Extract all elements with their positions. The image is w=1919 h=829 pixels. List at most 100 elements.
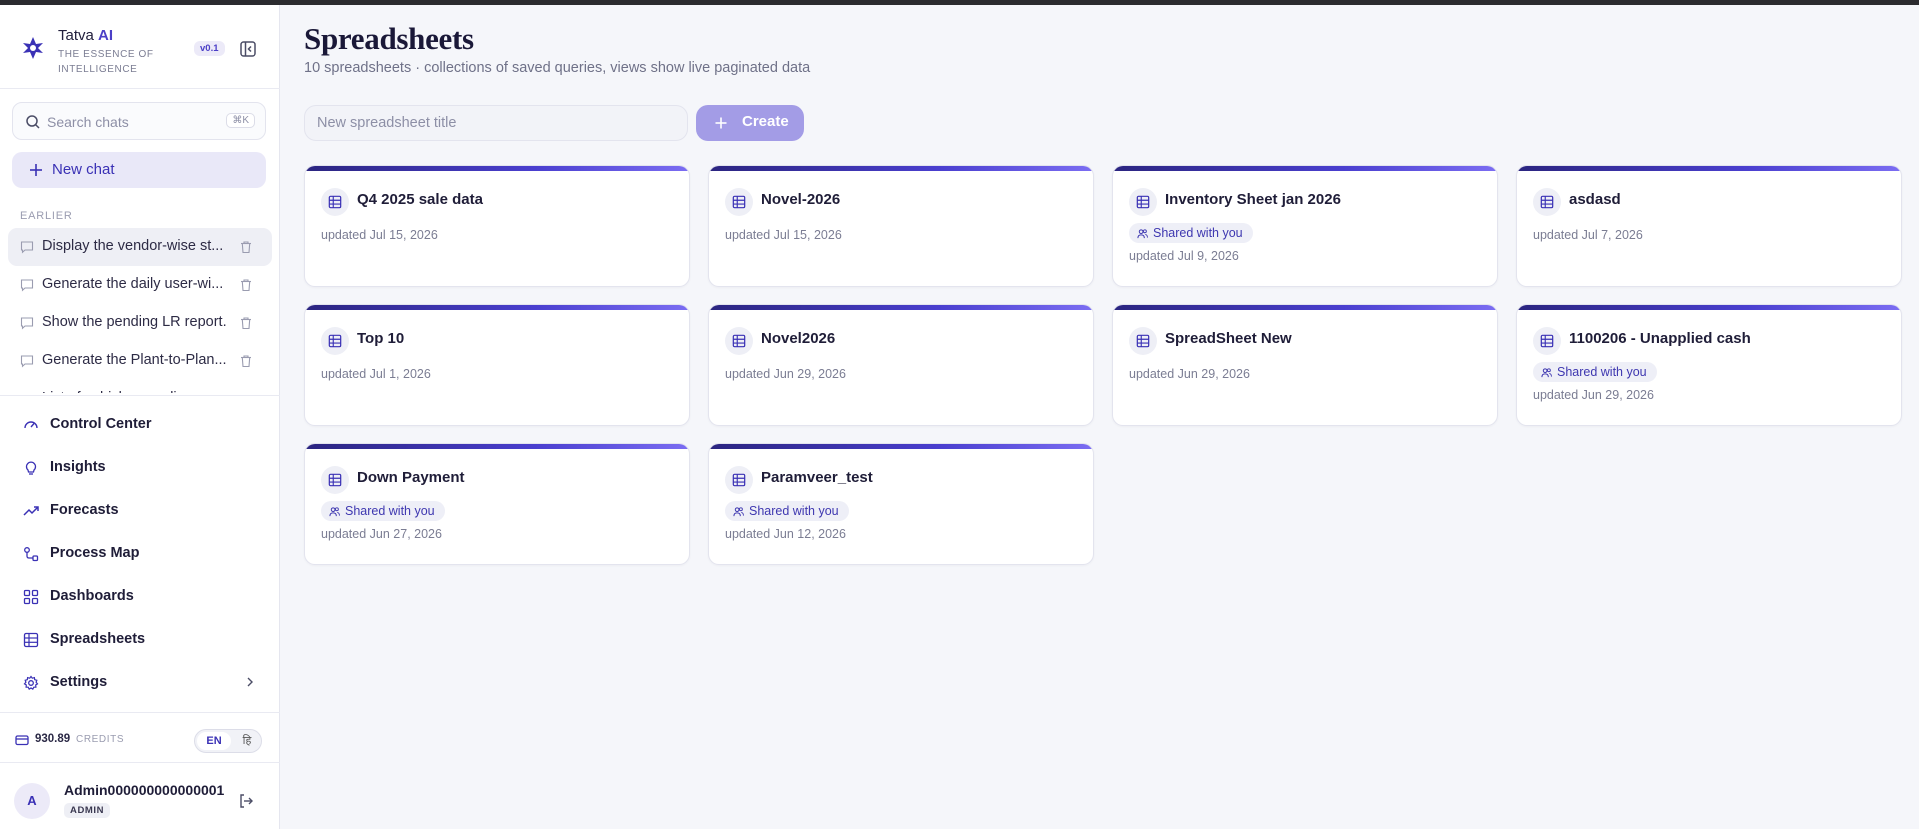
sidebar-divider xyxy=(0,762,280,763)
main-content: Spreadsheets 10 spreadsheets · collectio… xyxy=(280,5,1919,829)
logout-icon[interactable] xyxy=(238,793,254,809)
spreadsheet-card[interactable]: Paramveer_test Shared with you updated Jun… xyxy=(708,443,1094,565)
user-role-badge: ADMIN xyxy=(64,803,111,818)
search-chats[interactable]: ⌘K xyxy=(12,102,266,140)
updated-date: updated Jun 29, 2026 xyxy=(1533,388,1654,402)
sidebar: Tatva AI THE ESSENCE OF INTELLIGENCE v0.… xyxy=(0,5,280,829)
chat-history-item[interactable]: Show the pending LR report. xyxy=(8,304,272,342)
trash-icon[interactable] xyxy=(239,278,253,292)
new-chat-button[interactable]: New chat xyxy=(12,152,266,188)
chat-history-item[interactable]: Generate the daily user-wi... xyxy=(8,266,272,304)
chat-history-list[interactable]: Display the vendor-wise st... Generate th… xyxy=(8,228,272,393)
trending-up-icon xyxy=(23,503,39,519)
page-subtitle: 10 spreadsheets · collections of saved q… xyxy=(304,60,811,76)
nav-item-settings[interactable]: Settings xyxy=(8,661,272,704)
spreadsheet-title: Inventory Sheet jan 2026 xyxy=(1165,191,1341,208)
nav-item-forecasts[interactable]: Forecasts xyxy=(8,489,272,532)
lang-hi[interactable]: हि xyxy=(235,732,259,750)
table-icon xyxy=(1533,327,1561,355)
brand-name: Tatva AI xyxy=(58,27,114,44)
nav-item-spreadsheets[interactable]: Spreadsheets xyxy=(8,618,272,661)
chat-history-label: Display the vendor-wise st... xyxy=(42,238,224,254)
nav-item-label: Control Center xyxy=(50,416,152,432)
gauge-icon xyxy=(23,417,39,433)
user-name: Admin000000000000001 xyxy=(64,782,225,798)
chat-bubble-icon xyxy=(20,354,34,368)
spreadsheet-card[interactable]: Down Payment Shared with you updated Jun 2… xyxy=(304,443,690,565)
version-badge: v0.1 xyxy=(194,41,225,56)
shared-label: Shared with you xyxy=(1557,365,1647,379)
nav-item-dashboards[interactable]: Dashboards xyxy=(8,575,272,618)
chat-history-item[interactable]: Display the vendor-wise st... xyxy=(8,228,272,266)
credits-value: 930.89 xyxy=(35,733,71,745)
chat-history-item[interactable]: Generate the Plant-to-Plan... xyxy=(8,342,272,380)
brand-tagline: THE ESSENCE OF INTELLIGENCE xyxy=(58,49,154,75)
chat-bubble-icon xyxy=(20,316,34,330)
nav-item-insights[interactable]: Insights xyxy=(8,446,272,489)
shared-label: Shared with you xyxy=(345,504,435,518)
spreadsheet-card[interactable]: Novel-2026 updated Jul 15, 2026 xyxy=(708,165,1094,287)
create-label: Create xyxy=(742,113,789,130)
spreadsheet-card[interactable]: Q4 2025 sale data updated Jul 15, 2026 xyxy=(304,165,690,287)
trash-icon[interactable] xyxy=(239,240,253,254)
shared-badge: Shared with you xyxy=(1533,362,1657,382)
shared-badge: Shared with you xyxy=(1129,223,1253,243)
spreadsheet-card[interactable]: Inventory Sheet jan 2026 Shared with you u… xyxy=(1112,165,1498,287)
updated-date: updated Jun 29, 2026 xyxy=(1129,367,1250,381)
main-nav: Control Center Insights Forecasts Process M… xyxy=(8,403,272,704)
nav-item-process-map[interactable]: Process Map xyxy=(8,532,272,575)
search-icon xyxy=(26,115,40,129)
trash-icon[interactable] xyxy=(239,316,253,330)
user-profile: A Admin000000000000001 ADMIN xyxy=(14,777,264,823)
spreadsheet-title: Down Payment xyxy=(357,469,465,486)
plus-icon xyxy=(30,164,42,176)
chat-history-item[interactable]: List of vehicles pending ... xyxy=(8,380,272,393)
new-spreadsheet-title-input[interactable] xyxy=(304,105,688,141)
lightbulb-icon xyxy=(23,460,39,476)
language-toggle[interactable]: EN हि xyxy=(194,729,262,753)
create-button[interactable]: Create xyxy=(696,105,804,141)
table-icon xyxy=(1129,327,1157,355)
chat-bubble-icon xyxy=(20,278,34,292)
spreadsheet-title: 1100206 - Unapplied cash xyxy=(1569,330,1751,347)
search-input[interactable] xyxy=(47,111,217,133)
new-chat-label: New chat xyxy=(52,161,115,178)
nav-item-label: Forecasts xyxy=(50,502,119,518)
spreadsheet-title: Top 10 xyxy=(357,330,405,347)
chat-bubble-icon xyxy=(20,240,34,254)
spreadsheet-title: Novel-2026 xyxy=(761,191,841,208)
trash-icon[interactable] xyxy=(239,392,253,393)
nav-item-label: Settings xyxy=(50,674,108,690)
chat-history-label: List of vehicles pending ... xyxy=(42,390,232,393)
chat-bubble-icon xyxy=(20,392,34,393)
spreadsheet-card[interactable]: 1100206 - Unapplied cash Shared with you u… xyxy=(1516,304,1902,426)
table-icon xyxy=(725,466,753,494)
table-icon xyxy=(321,188,349,216)
credit-card-icon xyxy=(15,735,29,746)
spreadsheet-card[interactable]: Novel2026 updated Jun 29, 2026 xyxy=(708,304,1094,426)
credits-label: CREDITS xyxy=(76,734,125,745)
collapse-sidebar-icon[interactable] xyxy=(238,39,258,59)
updated-date: updated Jul 15, 2026 xyxy=(321,228,438,242)
brand: Tatva AI THE ESSENCE OF INTELLIGENCE v0.… xyxy=(18,21,268,81)
table-icon xyxy=(321,327,349,355)
spreadsheet-card[interactable]: asdasd updated Jul 7, 2026 xyxy=(1516,165,1902,287)
spreadsheet-title: asdasd xyxy=(1569,191,1621,208)
nav-item-control-center[interactable]: Control Center xyxy=(8,403,272,446)
spreadsheet-card[interactable]: SpreadSheet New updated Jun 29, 2026 xyxy=(1112,304,1498,426)
table-icon xyxy=(1129,188,1157,216)
updated-date: updated Jul 9, 2026 xyxy=(1129,249,1239,263)
table-icon xyxy=(725,188,753,216)
spreadsheet-title: Q4 2025 sale data xyxy=(357,191,483,208)
trash-icon[interactable] xyxy=(239,354,253,368)
avatar[interactable]: A xyxy=(14,783,50,819)
spreadsheet-card[interactable]: Top 10 updated Jul 1, 2026 xyxy=(304,304,690,426)
shared-badge: Shared with you xyxy=(321,501,445,521)
updated-date: updated Jul 7, 2026 xyxy=(1533,228,1643,242)
chat-history-label: Show the pending LR report. xyxy=(42,314,227,330)
lang-en[interactable]: EN xyxy=(197,732,231,750)
shared-label: Shared with you xyxy=(1153,226,1243,240)
shared-label: Shared with you xyxy=(749,504,839,518)
updated-date: updated Jul 1, 2026 xyxy=(321,367,431,381)
table-icon xyxy=(725,327,753,355)
